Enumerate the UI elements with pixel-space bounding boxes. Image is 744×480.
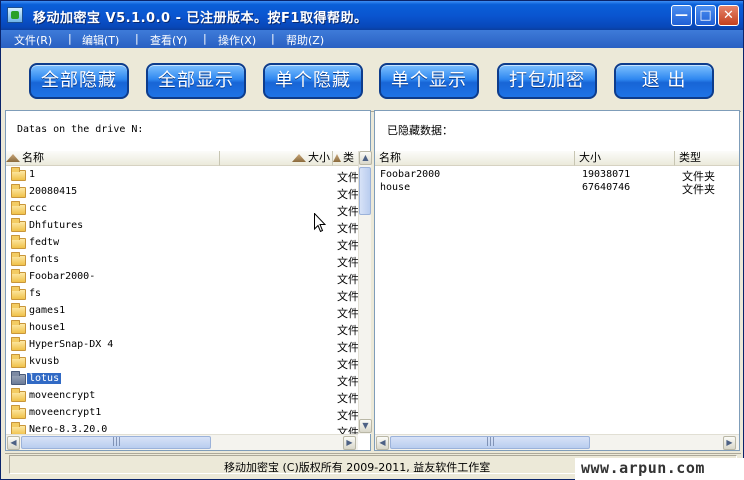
hidden-data-panel: 已隐藏数据： 名称 大小 类型 Foobar2000 19038071 文件夹 … [374,110,740,451]
file-row[interactable]: fedtw 文件 [6,235,358,252]
sort-arrow-icon [6,154,20,162]
file-row[interactable]: 20080415 文件 [6,184,358,201]
close-button[interactable]: ✕ [718,5,739,26]
menu-file[interactable]: 文件(R) [14,32,52,48]
scroll-right-button[interactable]: ▶ [343,436,356,450]
column-header-name[interactable]: 名称 [375,151,575,166]
column-header-type[interactable]: 类 [333,151,358,166]
scroll-up-button[interactable]: ▲ [359,151,372,165]
minimize-button[interactable]: — [671,5,692,26]
folder-icon [11,218,26,232]
drive-horizontal-scrollbar[interactable]: ◀ ||| ▶ [6,434,358,450]
file-row[interactable]: house1 文件 [6,320,358,337]
scroll-thumb[interactable]: ||| [21,436,211,449]
folder-icon [11,167,26,181]
app-window: 移动加密宝 V5.1.0.0 - 已注册版本。按F1取得帮助。 — □ ✕ 文件… [0,0,744,480]
column-header-name[interactable]: 名称 [6,151,220,166]
column-header-type[interactable]: 类型 [675,151,739,166]
folder-icon [11,422,26,434]
watermark: www.arpun.com [575,458,744,480]
folder-icon [11,354,26,368]
folder-icon [11,201,26,215]
hidden-item-row[interactable]: house 67640746 文件夹 [375,182,727,196]
file-row[interactable]: Foobar2000- 文件 [6,269,358,286]
menu-separator: | [135,32,139,45]
file-row[interactable]: games1 文件 [6,303,358,320]
folder-icon [11,286,26,300]
maximize-button[interactable]: □ [695,5,716,26]
scroll-left-button[interactable]: ◀ [376,436,389,450]
menu-separator: | [68,32,72,45]
drive-files-panel: Datas on the drive N: 名称 大小 类 1 文件 200804… [5,110,372,451]
scroll-right-button[interactable]: ▶ [723,436,736,450]
show-one-button[interactable]: 单个显示 [379,63,479,99]
file-row-selected[interactable]: lotus 文件 [6,371,358,388]
folder-icon [11,371,26,385]
hide-one-button[interactable]: 单个隐藏 [263,63,363,99]
scroll-thumb[interactable] [359,167,371,215]
scroll-thumb[interactable]: ||| [390,436,590,449]
drive-panel-header: Datas on the drive N: [6,111,370,151]
menu-help[interactable]: 帮助(Z) [286,32,324,48]
file-row[interactable]: moveencrypt 文件 [6,388,358,405]
window-title: 移动加密宝 V5.1.0.0 - 已注册版本。按F1取得帮助。 [33,11,368,26]
folder-icon [11,303,26,317]
drive-panel-title: Datas on the drive N: [17,124,144,135]
hidden-horizontal-scrollbar[interactable]: ◀ ||| ▶ [375,434,739,450]
folder-icon [11,337,26,351]
drive-file-list: 1 文件 20080415 文件 ccc 文件 Dhfutures 文件 fedtw 文件… [6,167,358,434]
menu-action[interactable]: 操作(X) [218,32,256,48]
sort-arrow-icon [333,154,341,162]
status-text: 移动加密宝 (C)版权所有 2009-2011, 益友软件工作室 [224,461,491,474]
menu-separator: | [271,32,275,45]
folder-icon [11,320,26,334]
hidden-item-row[interactable]: Foobar2000 19038071 文件夹 [375,169,727,183]
column-header-size[interactable]: 大小 [575,151,675,166]
folder-icon [11,388,26,402]
folder-icon [11,235,26,249]
hidden-panel-title: 已隐藏数据： [387,124,453,137]
file-row[interactable]: Dhfutures 文件 [6,218,358,235]
drive-vertical-scrollbar[interactable]: ▲ ▼ [358,151,372,434]
file-row[interactable]: 1 文件 [6,167,358,184]
menu-separator: | [203,32,207,45]
file-row[interactable]: kvusb 文件 [6,354,358,371]
title-bar[interactable]: 移动加密宝 V5.1.0.0 - 已注册版本。按F1取得帮助。 — □ ✕ [1,1,743,30]
folder-icon [11,252,26,266]
mouse-pointer-icon [314,213,326,233]
menu-bar: 文件(R) | 编辑(T) | 查看(Y) | 操作(X) | 帮助(Z) [1,30,743,48]
app-icon[interactable] [7,7,23,23]
menu-edit[interactable]: 编辑(T) [82,32,119,48]
file-row[interactable]: fonts 文件 [6,252,358,269]
file-row[interactable]: moveencrypt1 文件 [6,405,358,422]
scroll-down-button[interactable]: ▼ [359,419,372,433]
file-row[interactable]: fs 文件 [6,286,358,303]
file-row[interactable]: ccc 文件 [6,201,358,218]
column-header-size[interactable]: 大小 [220,151,333,166]
folder-icon [11,184,26,198]
hide-all-button[interactable]: 全部隐藏 [29,63,129,99]
pack-encrypt-button[interactable]: 打包加密 [497,63,597,99]
menu-view[interactable]: 查看(Y) [150,32,187,48]
scroll-left-button[interactable]: ◀ [7,436,20,450]
folder-icon [11,405,26,419]
file-row[interactable]: Nero-8.3.20.0 文件 [6,422,358,434]
exit-button[interactable]: 退 出 [614,63,714,99]
file-row[interactable]: HyperSnap-DX 4 文件 [6,337,358,354]
folder-icon [11,269,26,283]
sort-arrow-icon [292,154,306,162]
hidden-panel-header: 已隐藏数据： [375,111,739,151]
show-all-button[interactable]: 全部显示 [146,63,246,99]
